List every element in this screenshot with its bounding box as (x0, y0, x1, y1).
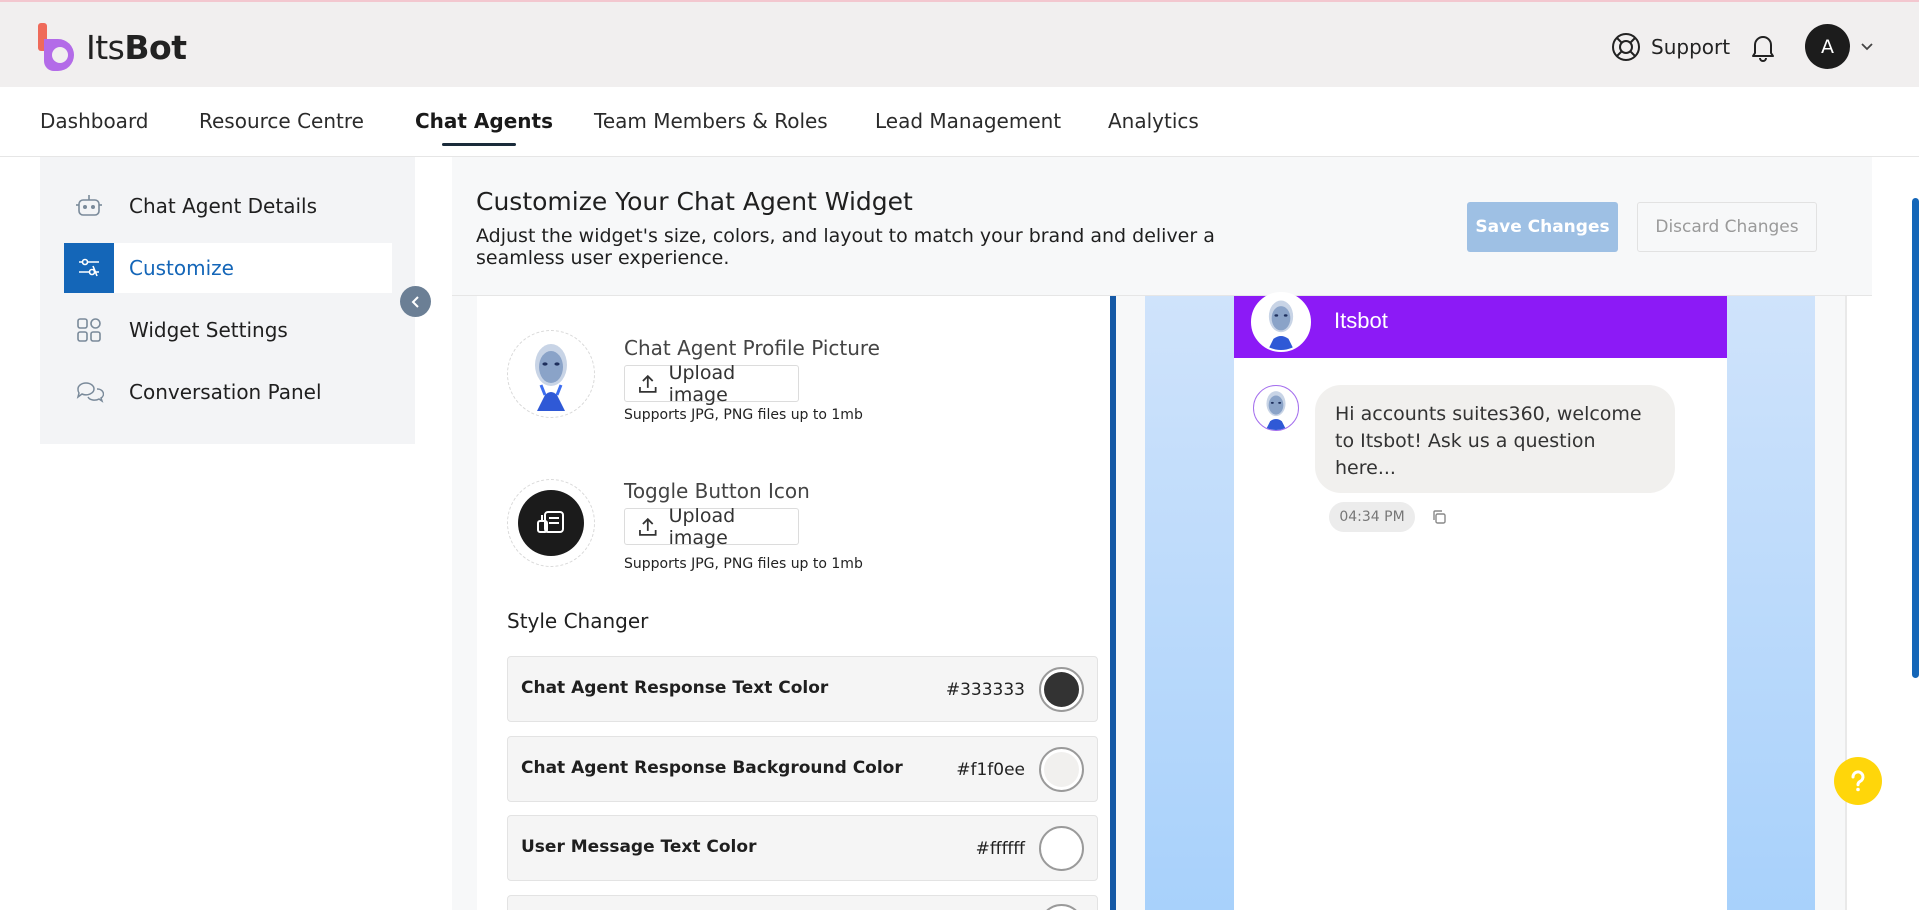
color-value: #ffffff (975, 839, 1025, 859)
chevron-down-icon[interactable] (1859, 38, 1875, 54)
widgets-icon (64, 305, 114, 355)
upload-profile-picture-button[interactable]: Upload image (624, 362, 799, 406)
user-avatar[interactable]: A (1805, 24, 1850, 69)
sidebar-item-label: Widget Settings (129, 318, 288, 342)
preview-border (1845, 296, 1847, 910)
panel-gutter (452, 296, 477, 910)
copy-icon[interactable] (1431, 509, 1447, 525)
color-row-response-background: Chat Agent Response Background Color #f1… (507, 736, 1098, 802)
active-tab-indicator (442, 143, 516, 146)
color-swatch-picker[interactable] (1039, 747, 1084, 792)
agent-avatar (1251, 292, 1311, 352)
profile-picture-row: Chat Agent Profile Picture Upload image … (507, 330, 1067, 430)
collapse-sidebar-button[interactable] (400, 286, 431, 317)
robot-icon (64, 181, 114, 231)
robot-face-avatar-icon (535, 344, 567, 411)
discard-changes-button[interactable]: Discard Changes (1637, 202, 1817, 252)
sidebar-item-label: Conversation Panel (129, 380, 322, 404)
page-title: Customize Your Chat Agent Widget (476, 187, 913, 216)
nav-lead-management[interactable]: Lead Management (875, 109, 1061, 133)
sidebar-item-chat-agent-details[interactable]: Chat Agent Details (64, 181, 392, 231)
color-row-response-text: Chat Agent Response Text Color #333333 (507, 656, 1098, 722)
profile-picture-preview (507, 330, 595, 418)
color-swatch-picker[interactable] (1039, 826, 1084, 871)
color-row-user-text: User Message Text Color #ffffff (507, 815, 1098, 881)
sidebar-item-label: Customize (129, 256, 234, 280)
sidebar-item-conversation-panel[interactable]: Conversation Panel (64, 367, 392, 417)
color-row-next (507, 895, 1098, 910)
sidebar-item-customize[interactable]: Customize (64, 243, 392, 293)
nav-analytics[interactable]: Analytics (1108, 109, 1199, 133)
page-subtitle: Adjust the widget's size, colors, and la… (476, 225, 1215, 269)
nav-resource-centre[interactable]: Resource Centre (199, 109, 364, 133)
customize-icon (64, 243, 114, 293)
color-swatch-picker[interactable] (1039, 667, 1084, 712)
upload-label: Upload image (668, 504, 736, 549)
nav-team-members-roles[interactable]: Team Members & Roles (594, 109, 828, 133)
profile-picture-help: Supports JPG, PNG files up to 1mb (624, 407, 863, 423)
toggle-icon-label: Toggle Button Icon (624, 479, 810, 503)
itsbot-logo[interactable]: ItsBot (38, 22, 187, 72)
main-nav: Dashboard Resource Centre Chat Agents Te… (0, 87, 1919, 157)
chat-toggle-icon (518, 490, 584, 556)
upload-toggle-icon-button[interactable]: Upload image (624, 505, 799, 549)
logo-text: ItsBot (86, 27, 187, 67)
style-changer-title: Style Changer (507, 609, 649, 633)
question-mark-icon (1851, 770, 1865, 792)
color-value: #333333 (945, 680, 1025, 700)
toggle-icon-help: Supports JPG, PNG files up to 1mb (624, 556, 863, 572)
page-scrollbar[interactable] (1912, 198, 1919, 678)
lifebuoy-icon (1612, 33, 1640, 61)
profile-picture-label: Chat Agent Profile Picture (624, 336, 880, 360)
toggle-icon-preview (507, 479, 595, 567)
support-label: Support (1651, 35, 1731, 59)
message-avatar (1253, 385, 1299, 431)
upload-label: Upload image (668, 361, 736, 406)
support-link[interactable]: Support (1611, 30, 1730, 64)
chevron-left-icon (411, 295, 419, 308)
color-label: Chat Agent Response Text Color (521, 678, 829, 698)
upload-icon (639, 374, 657, 393)
sidebar-item-label: Chat Agent Details (129, 194, 317, 218)
sidebar-item-widget-settings[interactable]: Widget Settings (64, 305, 392, 355)
color-value: #f1f0ee (956, 760, 1025, 780)
color-swatch-picker[interactable] (1039, 904, 1084, 910)
upload-icon (639, 517, 657, 536)
help-button[interactable] (1834, 757, 1882, 805)
logo-mark-icon (38, 23, 84, 71)
color-label: User Message Text Color (521, 837, 757, 857)
notifications-bell-icon[interactable] (1746, 30, 1780, 64)
customize-header: Customize Your Chat Agent Widget Adjust … (452, 157, 1872, 296)
nav-dashboard[interactable]: Dashboard (40, 109, 149, 133)
agent-message-bubble: Hi accounts suites360, welcome to Itsbot… (1315, 385, 1675, 493)
toggle-icon-row: Toggle Button Icon Upload image Supports… (507, 479, 1067, 579)
agent-name: Itsbot (1334, 308, 1388, 333)
top-bar: ItsBot Support A (0, 0, 1919, 87)
nav-chat-agents[interactable]: Chat Agents (415, 109, 553, 133)
save-changes-button[interactable]: Save Changes (1467, 202, 1618, 252)
color-label: Chat Agent Response Background Color (521, 758, 903, 778)
chat-preview-header: Itsbot (1234, 292, 1727, 358)
chat-bubbles-icon (64, 367, 114, 417)
message-timestamp: 04:34 PM (1329, 502, 1415, 532)
customize-sidebar: Chat Agent Details Customize Widget Sett… (40, 157, 415, 444)
